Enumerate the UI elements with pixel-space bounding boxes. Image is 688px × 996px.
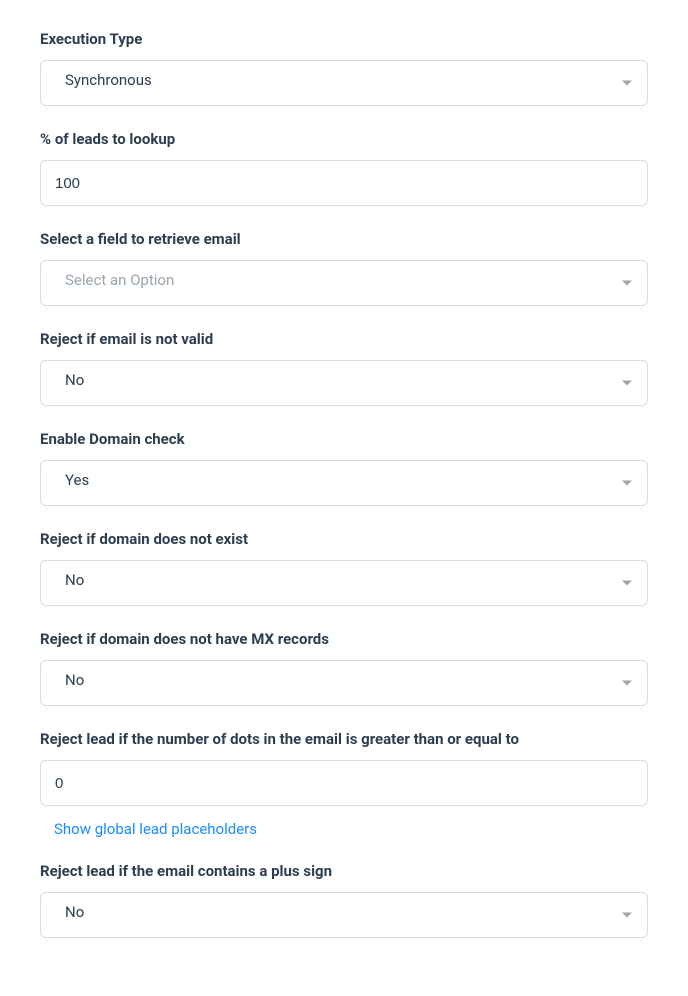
execution-type-label: Execution Type xyxy=(40,30,648,48)
reject-domain-not-exist-select[interactable]: No xyxy=(40,560,648,606)
retrieve-field-select[interactable]: Select an Option xyxy=(40,260,648,306)
reject-domain-not-exist-select-wrapper: No xyxy=(40,560,648,606)
percent-leads-label: % of leads to lookup xyxy=(40,130,648,148)
reject-invalid-email-select-wrapper: No xyxy=(40,360,648,406)
enable-domain-check-label: Enable Domain check xyxy=(40,430,648,448)
reject-no-mx-label: Reject if domain does not have MX record… xyxy=(40,630,648,648)
enable-domain-check-group: Enable Domain check Yes xyxy=(40,430,648,506)
show-placeholders-link[interactable]: Show global lead placeholders xyxy=(54,820,257,838)
execution-type-group: Execution Type Synchronous xyxy=(40,30,648,106)
execution-type-select-wrapper: Synchronous xyxy=(40,60,648,106)
reject-invalid-email-select[interactable]: No xyxy=(40,360,648,406)
retrieve-field-select-wrapper: Select an Option xyxy=(40,260,648,306)
reject-invalid-email-group: Reject if email is not valid No xyxy=(40,330,648,406)
enable-domain-check-select-wrapper: Yes xyxy=(40,460,648,506)
reject-dots-count-group: Reject lead if the number of dots in the… xyxy=(40,730,648,838)
reject-domain-not-exist-label: Reject if domain does not exist xyxy=(40,530,648,548)
reject-no-mx-group: Reject if domain does not have MX record… xyxy=(40,630,648,706)
reject-dots-count-input[interactable] xyxy=(40,760,648,806)
reject-plus-sign-group: Reject lead if the email contains a plus… xyxy=(40,862,648,938)
percent-leads-input[interactable] xyxy=(40,160,648,206)
reject-no-mx-select[interactable]: No xyxy=(40,660,648,706)
reject-dots-count-label: Reject lead if the number of dots in the… xyxy=(40,730,648,748)
reject-no-mx-select-wrapper: No xyxy=(40,660,648,706)
reject-plus-sign-select[interactable]: No xyxy=(40,892,648,938)
retrieve-field-group: Select a field to retrieve email Select … xyxy=(40,230,648,306)
retrieve-field-label: Select a field to retrieve email xyxy=(40,230,648,248)
enable-domain-check-select[interactable]: Yes xyxy=(40,460,648,506)
reject-plus-sign-select-wrapper: No xyxy=(40,892,648,938)
reject-invalid-email-label: Reject if email is not valid xyxy=(40,330,648,348)
execution-type-select[interactable]: Synchronous xyxy=(40,60,648,106)
reject-domain-not-exist-group: Reject if domain does not exist No xyxy=(40,530,648,606)
percent-leads-group: % of leads to lookup xyxy=(40,130,648,206)
reject-plus-sign-label: Reject lead if the email contains a plus… xyxy=(40,862,648,880)
